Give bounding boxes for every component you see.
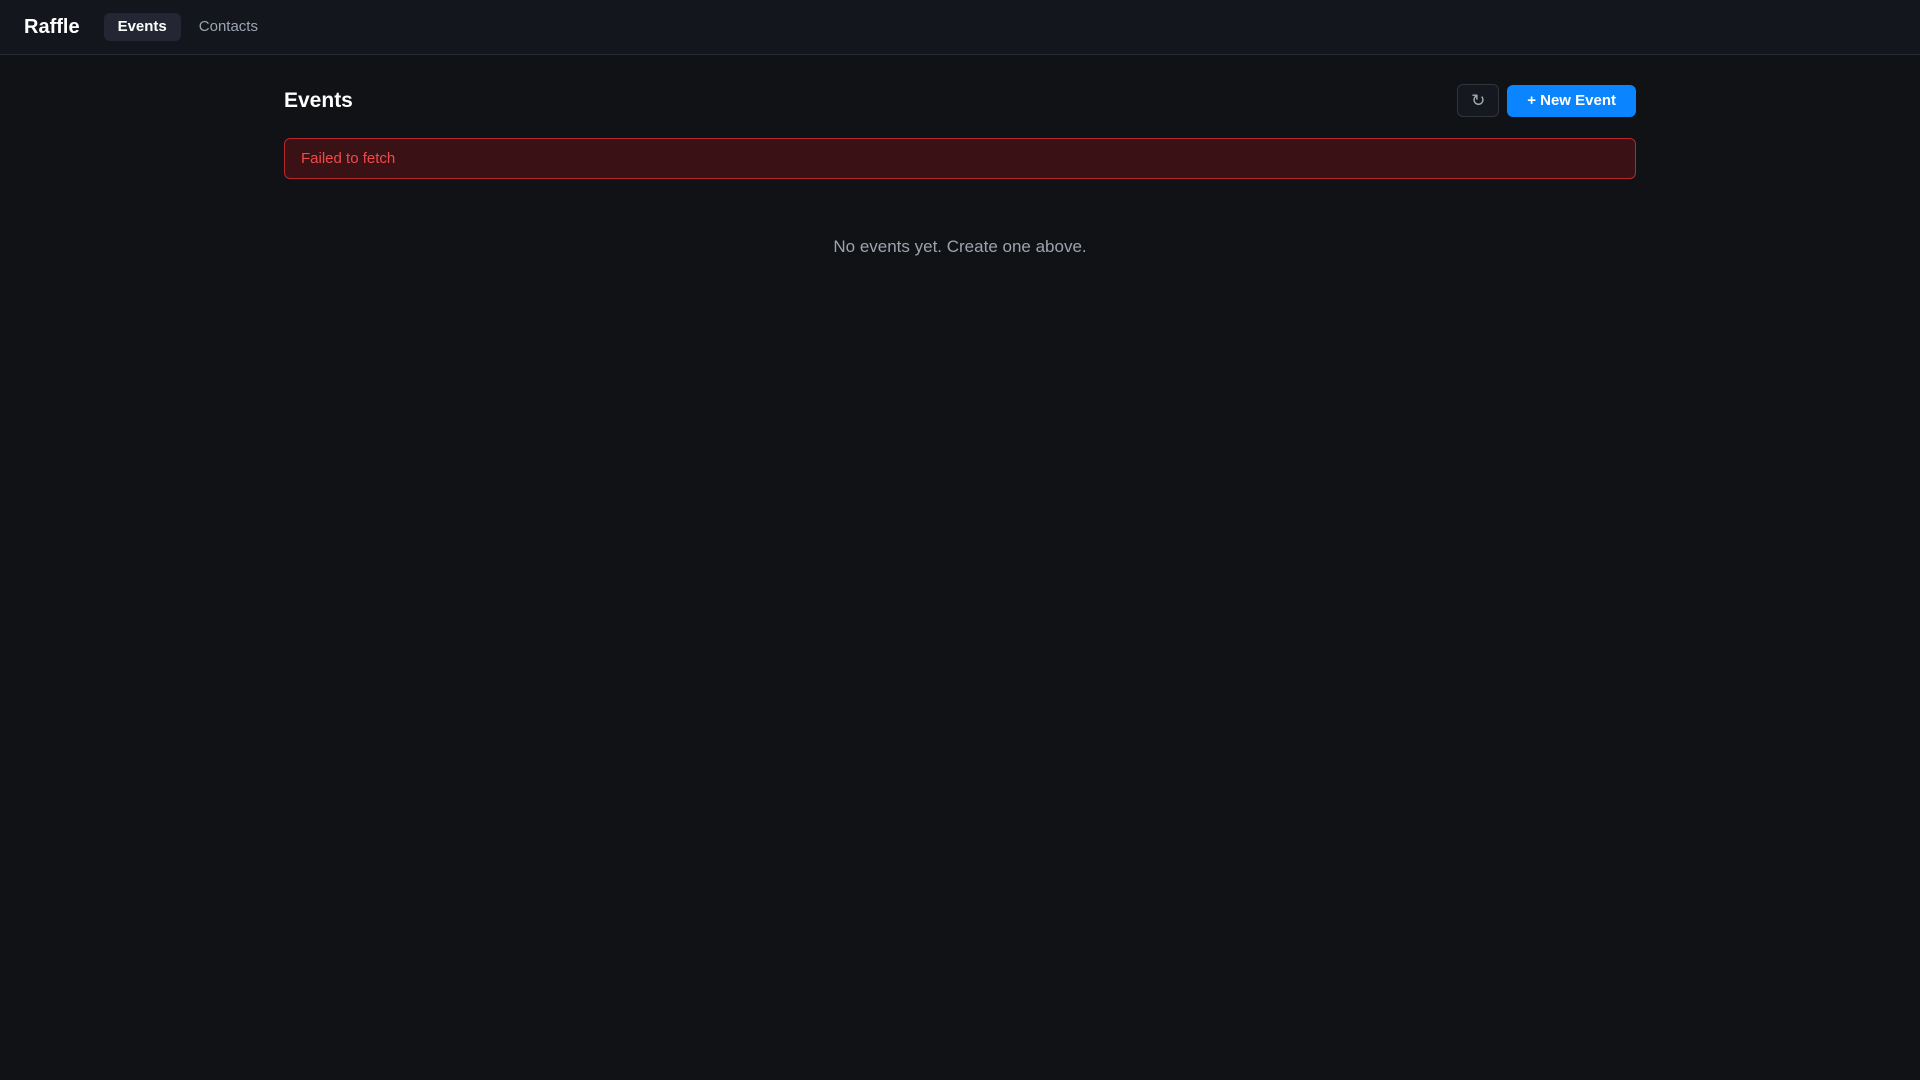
nav-item-contacts[interactable]: Contacts [185, 13, 272, 41]
top-navigation-bar: Raffle Events Contacts [0, 0, 1920, 55]
page-header: Events ↻ + New Event [284, 84, 1636, 117]
refresh-icon: ↻ [1471, 90, 1486, 110]
app-brand[interactable]: Raffle [24, 16, 80, 39]
error-banner: Failed to fetch [284, 138, 1636, 179]
refresh-button[interactable]: ↻ [1457, 84, 1500, 117]
page-title: Events [284, 88, 353, 112]
main-nav: Events Contacts [103, 13, 272, 41]
main-content: Events ↻ + New Event Failed to fetch No … [284, 84, 1636, 257]
header-actions: ↻ + New Event [1457, 84, 1636, 117]
error-message: Failed to fetch [301, 150, 396, 167]
new-event-button[interactable]: + New Event [1507, 84, 1636, 117]
empty-state-message: No events yet. Create one above. [833, 237, 1087, 256]
nav-item-events[interactable]: Events [103, 13, 181, 41]
